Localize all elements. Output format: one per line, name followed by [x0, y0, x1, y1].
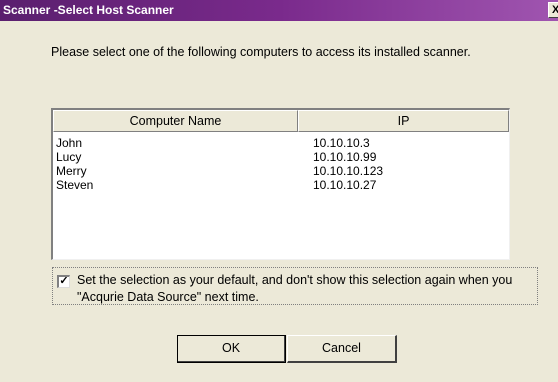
- default-checkbox-label[interactable]: Set the selection as your default, and d…: [77, 272, 537, 306]
- list-item-lucy[interactable]: Lucy 10.10.10.99: [53, 150, 509, 164]
- computer-name: Merry: [56, 164, 87, 178]
- column-header-computer-name[interactable]: Computer Name: [53, 110, 298, 132]
- column-header-ip[interactable]: IP: [298, 110, 509, 132]
- list-rows: John 10.10.10.3 Lucy 10.10.10.99 Merry 1…: [53, 136, 509, 192]
- close-icon: X: [552, 4, 558, 16]
- list-item-steven[interactable]: Steven 10.10.10.27: [53, 178, 509, 192]
- computer-ip: 10.10.10.99: [313, 150, 377, 164]
- ok-button[interactable]: OK: [177, 335, 286, 363]
- default-selection-option[interactable]: ✓ Set the selection as your default, and…: [52, 267, 538, 305]
- cancel-button[interactable]: Cancel: [287, 335, 397, 363]
- computer-list[interactable]: Computer Name IP John 10.10.10.3 Lucy 10…: [51, 108, 510, 260]
- computer-ip: 10.10.10.3: [313, 136, 370, 150]
- check-mark-icon: ✓: [59, 275, 69, 287]
- list-item-john[interactable]: John 10.10.10.3: [53, 136, 509, 150]
- computer-ip: 10.10.10.27: [313, 178, 377, 192]
- computer-name: Steven: [56, 178, 94, 192]
- list-item-merry[interactable]: Merry 10.10.10.123: [53, 164, 509, 178]
- window-title: Scanner -Select Host Scanner: [3, 3, 174, 17]
- list-header: Computer Name IP: [53, 110, 509, 132]
- select-host-scanner-dialog: Scanner -Select Host Scanner X Please se…: [0, 0, 558, 382]
- instruction-text: Please select one of the following compu…: [51, 45, 471, 59]
- computer-name: John: [56, 136, 83, 150]
- title-bar[interactable]: Scanner -Select Host Scanner X: [0, 0, 558, 21]
- default-checkbox[interactable]: ✓: [57, 275, 70, 288]
- computer-ip: 10.10.10.123: [313, 164, 384, 178]
- computer-name: Lucy: [56, 150, 82, 164]
- close-button[interactable]: X: [548, 2, 558, 18]
